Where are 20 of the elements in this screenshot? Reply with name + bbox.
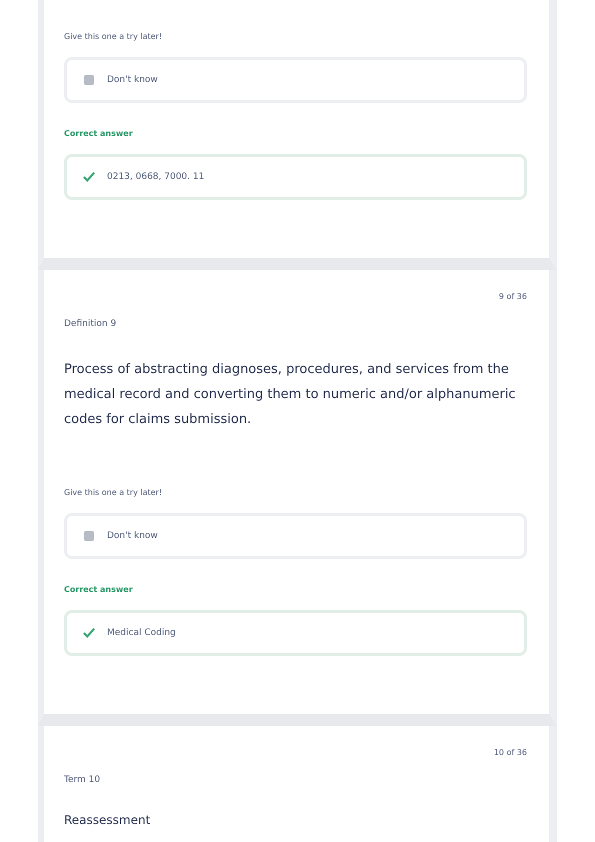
correct-answer-option[interactable]: 0213, 0668, 7000. 11 xyxy=(64,154,527,200)
prompt-text: Process of abstracting diagnoses, procedures, and services from the medical record and converting them to numeric and/or alphanumeric codes for claims submission. xyxy=(64,361,517,429)
correct-answer-label: Correct answer xyxy=(64,129,134,138)
option-text: Don't know xyxy=(107,531,158,541)
hint-label: Give this one a try later! xyxy=(64,488,164,497)
check-icon xyxy=(83,171,95,183)
option-text: Don't know xyxy=(107,75,158,85)
option-text: 0213, 0668, 7000. 11 xyxy=(107,172,204,182)
prompt-text: Reassessment xyxy=(64,813,152,827)
correct-answer-option[interactable]: Medical Coding xyxy=(64,610,527,656)
skip-answer-option[interactable]: Don't know xyxy=(64,513,527,559)
skip-answer-option[interactable]: Don't know xyxy=(64,57,527,103)
card-label: Definition 9 xyxy=(64,319,118,329)
correct-answer-label: Correct answer xyxy=(64,585,134,594)
card-counter: 9 of 36 xyxy=(498,292,527,301)
option-text: Medical Coding xyxy=(107,628,176,638)
card-counter: 10 of 36 xyxy=(492,748,527,757)
card-label: Term 10 xyxy=(64,775,102,785)
check-icon xyxy=(83,627,95,639)
hint-label: Give this one a try later! xyxy=(64,32,164,41)
